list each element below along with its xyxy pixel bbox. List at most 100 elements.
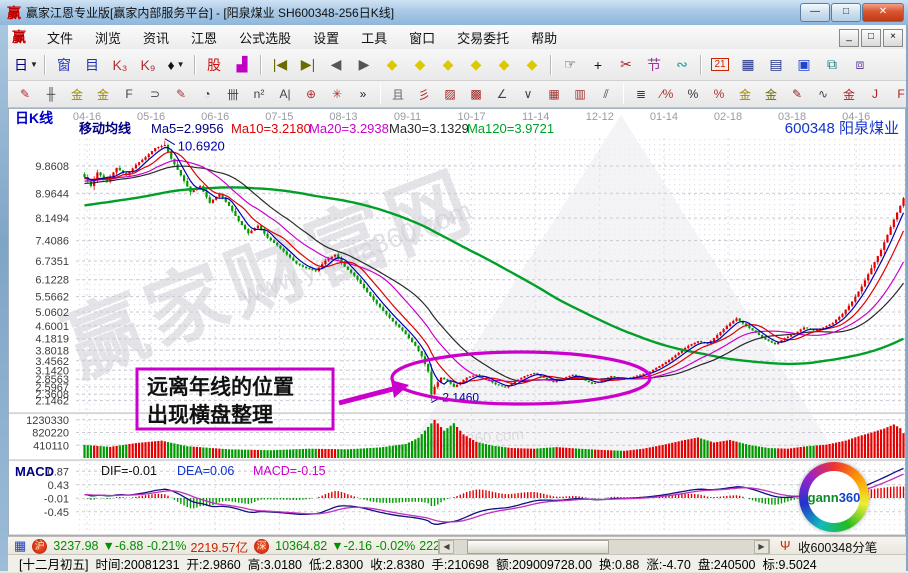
kline-3-icon[interactable]: K₃ (107, 52, 133, 78)
horizontal-scrollbar[interactable]: ◀ ▶ (438, 539, 770, 555)
next-page-button[interactable]: ▶ (351, 52, 377, 78)
wave-av-tool[interactable]: ∿ (811, 83, 835, 105)
candle-style-button-dropdown-icon[interactable]: ▼ (177, 60, 185, 69)
gann-gold-grid-b[interactable]: 金 (91, 83, 115, 105)
prev-page-button[interactable]: ◀ (323, 52, 349, 78)
mdi-close-button[interactable]: × (883, 29, 903, 47)
crosshair-tool[interactable]: + (585, 52, 611, 78)
percent-tool[interactable]: % (681, 83, 705, 105)
window-maximize-button[interactable]: □ (831, 3, 861, 22)
ma5-value: Ma5=2.9956 (151, 121, 224, 136)
menu-help[interactable]: 帮助 (520, 25, 568, 50)
wave-tool[interactable]: ∨ (516, 83, 540, 105)
expand-h-diamond[interactable]: ◆ (435, 52, 461, 78)
index-status-bar: ▦ 沪 3237.98 ▼-6.88 -0.21% 2219.57亿 深 103… (8, 536, 908, 555)
scrollbar-thumb[interactable] (467, 540, 609, 554)
mdi-minimize-button[interactable]: _ (839, 29, 859, 47)
change-field: 涨:-4.70 (646, 554, 690, 573)
shaded-box-tool[interactable]: ▨ (438, 83, 462, 105)
compress-v-diamond[interactable]: ◆ (491, 52, 517, 78)
ruler-grid-tool[interactable]: 卌 (221, 83, 245, 105)
knot-tool[interactable]: ∾ (669, 52, 695, 78)
grid-box-tool[interactable]: ▥ (568, 83, 592, 105)
menu-file[interactable]: 文件 (36, 25, 84, 50)
time-cycle-tool[interactable]: ◔ (195, 83, 219, 105)
pattern-icon[interactable]: 股 (201, 52, 227, 78)
expand-v-diamond[interactable]: ◆ (519, 52, 545, 78)
calendar-icon[interactable]: ▦ (14, 538, 26, 554)
pen-tool[interactable]: ✎ (13, 83, 37, 105)
hand-tool[interactable]: ☞ (557, 52, 583, 78)
fibonacci-grid-tool-glyph: F (125, 87, 132, 101)
dense-grid-tool[interactable]: ▦ (542, 83, 566, 105)
parallel-lines-tool[interactable]: ⫽ (594, 83, 618, 105)
gold-lines-tool[interactable]: 金 (759, 83, 783, 105)
j-angle-tool[interactable]: J (863, 83, 887, 105)
goto-last-button[interactable]: ▶| (295, 52, 321, 78)
color-analysis-icon[interactable]: ▟ (229, 52, 255, 78)
remote-button[interactable]: ⧈ (847, 52, 873, 78)
hatched-box-tool[interactable]: ▩ (464, 83, 488, 105)
cut-tool[interactable]: ✂ (613, 52, 639, 78)
volume-axis-label: 410110 (33, 440, 69, 452)
menu-trade[interactable]: 交易委托 (446, 25, 520, 50)
chart-canvas[interactable]: 赢家财富网www.yingjia360.comwww.yingjia360.co… (8, 108, 906, 536)
grid-tool[interactable]: ╫ (39, 83, 63, 105)
starburst-tool[interactable]: ✳ (325, 83, 349, 105)
target-circle-tool[interactable]: ⊕ (299, 83, 323, 105)
menu-formula-stock-pick[interactable]: 公式选股 (228, 25, 302, 50)
scroll-right-arrow[interactable]: ▶ (754, 540, 769, 554)
compress-h-diamond[interactable]: ◆ (463, 52, 489, 78)
menu-browse[interactable]: 浏览 (84, 25, 132, 50)
gold-lines-red-tool[interactable]: 金 (837, 83, 861, 105)
text-label-tool-glyph: A| (279, 87, 290, 101)
fan-lines-tool[interactable]: 彡 (412, 83, 436, 105)
toolbar-separator (194, 55, 196, 75)
calculator-button[interactable]: ▦ (735, 52, 761, 78)
angle-line-tool[interactable]: ∠ (490, 83, 514, 105)
period-day-button[interactable]: 日▼ (13, 52, 39, 78)
candle-pen-tool[interactable]: ✎ (785, 83, 809, 105)
price-axis-label: 8.9644 (35, 188, 69, 200)
network-button[interactable]: ⧉ (819, 52, 845, 78)
period-day-button-dropdown-icon[interactable]: ▼ (30, 60, 38, 69)
stream-label[interactable]: 收600348分笔 (798, 537, 877, 556)
more-tools-chevron[interactable]: » (351, 83, 375, 105)
grid-box-tool-glyph: ▥ (574, 87, 585, 101)
menu-settings[interactable]: 设置 (302, 25, 350, 50)
menu-news[interactable]: 资讯 (132, 25, 180, 50)
gold-circle-tool[interactable]: 金 (733, 83, 757, 105)
window-close-button[interactable]: ✕ (862, 3, 904, 22)
ticket-tool[interactable]: 节 (641, 52, 667, 78)
percent-lines-tool[interactable]: % (707, 83, 731, 105)
marker-pen-tool[interactable]: ✎ (169, 83, 193, 105)
candle-style-button[interactable]: ♦▼ (163, 52, 189, 78)
starburst-tool-glyph: ✳ (332, 87, 342, 101)
kline-9-icon[interactable]: K₉ (135, 52, 161, 78)
save-button[interactable]: ▣ (791, 52, 817, 78)
window-minimize-button[interactable]: — (800, 3, 830, 22)
scroll-left-arrow[interactable]: ◀ (439, 540, 454, 554)
title-bar[interactable]: 赢 赢家江恩专业版[赢家内部服务平台] - [阳泉煤业 SH600348-256… (0, 0, 908, 26)
menu-tools[interactable]: 工具 (350, 25, 398, 50)
calendar-button[interactable]: 21 (707, 52, 733, 78)
percent-slash-tool[interactable]: ∕% (655, 83, 679, 105)
trend-window-tool[interactable]: 且 (386, 83, 410, 105)
menu-gann[interactable]: 江恩 (180, 25, 228, 50)
notes-button[interactable]: ▤ (763, 52, 789, 78)
price-axis-label: 4.1819 (35, 334, 69, 346)
fibonacci-grid-tool[interactable]: F (117, 83, 141, 105)
spiral-tool[interactable]: ⊃ (143, 83, 167, 105)
text-label-tool[interactable]: A| (273, 83, 297, 105)
time-cycle-tool-glyph: ◔ (203, 87, 210, 101)
menu-window[interactable]: 窗口 (398, 25, 446, 50)
chart-window-icon[interactable]: 窗 (51, 52, 77, 78)
gann-gold-grid-a[interactable]: 金 (65, 83, 89, 105)
n-square-tool[interactable]: n² (247, 83, 271, 105)
bar-stats-tool[interactable]: ≣ (629, 83, 653, 105)
quote-list-icon[interactable]: 目 (79, 52, 105, 78)
zoom-right-diamond[interactable]: ◆ (407, 52, 433, 78)
goto-first-button[interactable]: |◀ (267, 52, 293, 78)
mdi-restore-button[interactable]: □ (861, 29, 881, 47)
zoom-left-diamond[interactable]: ◆ (379, 52, 405, 78)
